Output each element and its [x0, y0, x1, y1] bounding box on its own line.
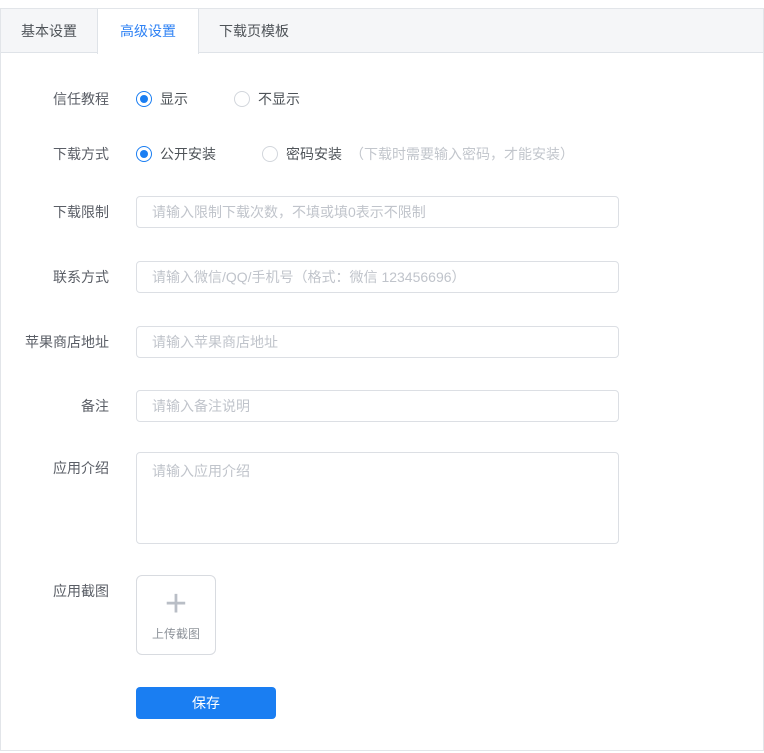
radio-selected-icon: [136, 91, 152, 107]
apple-store-label: 苹果商店地址: [25, 334, 109, 350]
radio-hide[interactable]: 不显示: [234, 89, 300, 109]
download-limit-row: 下载限制: [1, 196, 763, 228]
tab-advanced-settings[interactable]: 高级设置: [97, 9, 199, 54]
upload-screenshot-button[interactable]: + 上传截图: [136, 575, 216, 655]
trust-tutorial-radio-group: 显示 不显示: [136, 89, 346, 109]
radio-public-install[interactable]: 公开安装: [136, 144, 216, 164]
remark-row: 备注: [1, 390, 763, 422]
app-screenshot-label: 应用截图: [53, 583, 109, 599]
radio-selected-icon: [136, 146, 152, 162]
download-limit-label: 下载限制: [53, 204, 109, 220]
download-method-radio-group: 公开安装 密码安装 （下载时需要输入密码，才能安装）: [136, 144, 574, 164]
settings-card: 基本设置 高级设置 下载页模板 信任教程 显示 不显示 下载方式 公开安装 密码…: [0, 8, 764, 751]
radio-unselected-icon: [234, 91, 250, 107]
radio-unselected-icon: [262, 146, 278, 162]
advanced-settings-form: 信任教程 显示 不显示 下载方式 公开安装 密码安装 （下载时需要输入密码，才能…: [1, 83, 763, 719]
trust-tutorial-row: 信任教程 显示 不显示: [1, 83, 763, 115]
radio-public-install-label: 公开安装: [160, 146, 216, 162]
plus-icon: +: [164, 582, 188, 625]
contact-label: 联系方式: [53, 269, 109, 285]
contact-input[interactable]: [136, 261, 619, 293]
app-intro-row: 应用介绍: [1, 452, 763, 544]
download-method-row: 下载方式 公开安装 密码安装 （下载时需要输入密码，才能安装）: [1, 138, 763, 170]
tab-download-page-template[interactable]: 下载页模板: [199, 9, 309, 52]
radio-show-label: 显示: [160, 91, 188, 107]
app-screenshot-row: 应用截图 + 上传截图: [1, 575, 763, 655]
upload-screenshot-text: 上传截图: [151, 626, 200, 641]
radio-password-install[interactable]: 密码安装: [262, 144, 342, 164]
remark-label: 备注: [81, 398, 109, 414]
apple-store-input[interactable]: [136, 326, 619, 358]
password-install-hint: （下载时需要输入密码，才能安装）: [350, 146, 574, 162]
radio-show[interactable]: 显示: [136, 89, 188, 109]
trust-tutorial-label: 信任教程: [53, 91, 109, 107]
radio-hide-label: 不显示: [258, 91, 300, 107]
radio-password-install-label: 密码安装: [286, 146, 342, 162]
app-intro-textarea[interactable]: [136, 452, 619, 544]
download-limit-input[interactable]: [136, 196, 619, 228]
apple-store-row: 苹果商店地址: [1, 326, 763, 358]
contact-row: 联系方式: [1, 261, 763, 293]
app-intro-label: 应用介绍: [53, 460, 109, 476]
save-button[interactable]: 保存: [136, 687, 276, 719]
download-method-label: 下载方式: [53, 146, 109, 162]
save-row: 保存: [1, 687, 763, 719]
tab-bar: 基本设置 高级设置 下载页模板: [1, 9, 763, 54]
tab-basic-settings[interactable]: 基本设置: [1, 9, 97, 52]
remark-input[interactable]: [136, 390, 619, 422]
